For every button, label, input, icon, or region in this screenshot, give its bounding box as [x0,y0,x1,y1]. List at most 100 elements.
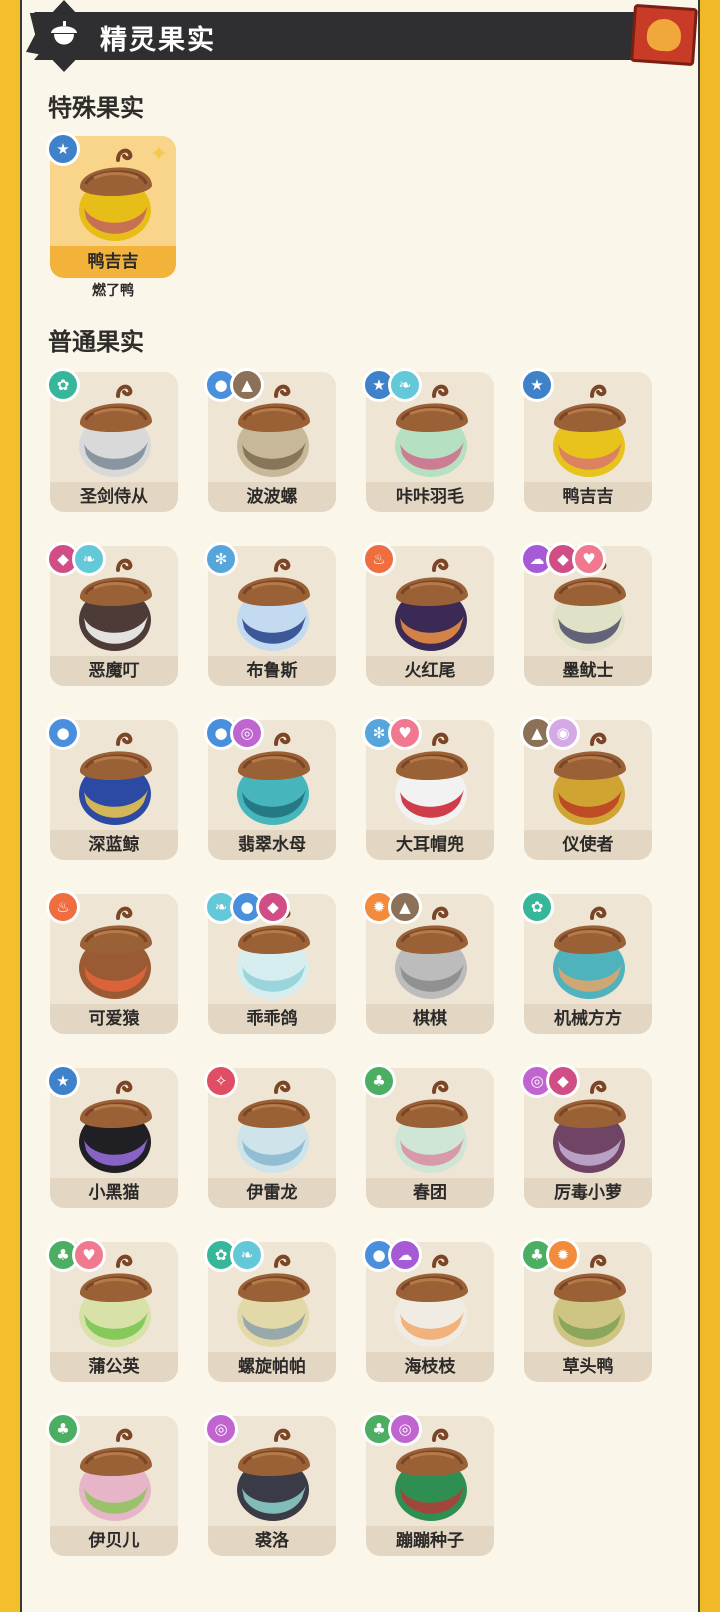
fruit-card-label: 鸭吉吉 [50,246,176,278]
leaf-type-icon: ♣ [362,1064,396,1098]
ghost-type-icon: ☁ [388,1238,422,1272]
fruit-card-label: 蹦蹦种子 [366,1526,494,1556]
ring-type-icon: ◎ [230,716,264,750]
type-badges: ✿ [46,368,80,402]
acorn-fruit-icon [79,1428,152,1521]
fruit-card[interactable]: ✿ 圣剑侍从 [46,368,178,512]
fruit-card[interactable]: ❧ ● ◆ 乖乖鸽 [204,890,336,1034]
acorn-fruit-icon [79,732,152,825]
fruit-card[interactable]: ◎ ◆ 厉毒小萝 [520,1064,652,1208]
type-badges: ♣ [46,1412,80,1446]
fruit-card[interactable]: ♨ 火红尾 [362,542,494,686]
type-badges: ● [46,716,80,750]
fruit-card[interactable]: ● ◎ 翡翠水母 [204,716,336,860]
acorn-fruit-icon [79,384,152,477]
swirl-type-icon: ◉ [546,716,580,750]
fruit-card-label: 棋棋 [366,1004,494,1034]
water-type-icon: ● [46,716,80,750]
page-title: 精灵果实 [100,25,216,56]
fruit-card[interactable]: ✻ ♥ 大耳帽兜 [362,716,494,860]
fruit-card[interactable]: ▲ ◉ 仪使者 [520,716,652,860]
bear-face-icon [645,17,683,53]
heart-type-icon: ♥ [72,1238,106,1272]
fruit-card[interactable]: ● 深蓝鲸 [46,716,178,860]
spark-type-icon: ✹ [546,1238,580,1272]
fruit-card[interactable]: ● ☁ 海枝枝 [362,1238,494,1382]
fruit-card[interactable]: ♣ ◎ 蹦蹦种子 [362,1412,494,1556]
type-badges: ♣ ♥ [46,1238,106,1272]
fruit-card[interactable]: ✿ ❧ 螺旋帕帕 [204,1238,336,1382]
acorn-icon [51,21,77,45]
type-badges: ✿ [520,890,554,924]
type-badges: ✧ [204,1064,238,1098]
fruit-card[interactable]: ♣ ✹ 草头鸭 [520,1238,652,1382]
fruit-card-label: 乖乖鸽 [208,1004,336,1034]
type-badges: ♣ ◎ [362,1412,422,1446]
type-badges: ✻ ♥ [362,716,422,750]
special-section-title: 特殊果实 [48,94,144,122]
type-badges: ✻ [204,542,238,576]
ring-type-icon: ◎ [204,1412,238,1446]
type-badges: ♣ ✹ [520,1238,580,1272]
acorn-fruit-icon [79,1080,152,1173]
acorn-fruit-icon [237,1080,310,1173]
wing-type-icon: ❧ [388,368,422,402]
wing-type-icon: ❧ [72,542,106,576]
heart-type-icon: ♥ [572,542,606,576]
fruit-card-label: 翡翠水母 [208,830,336,860]
type-badges: ● ◎ [204,716,264,750]
heart-type-icon: ♥ [388,716,422,750]
fruit-card[interactable]: ♣ ♥ 蒲公英 [46,1238,178,1382]
fruit-card-label: 春团 [366,1178,494,1208]
type-badges: ✿ ❧ [204,1238,264,1272]
fruit-card[interactable]: ☁ ◆ ♥ 墨鱿士 [520,542,652,686]
type-badges: ◎ [204,1412,238,1446]
mountain-type-icon: ▲ [388,890,422,924]
fruit-card[interactable]: ◎ 裘洛 [204,1412,336,1556]
acorn-fruit-icon [553,384,626,477]
fruit-card-label: 可爱猿 [50,1004,178,1034]
fruit-card[interactable]: ✻ 布鲁斯 [204,542,336,686]
fruit-card-label: 恶魔叮 [50,656,178,686]
fire-type-icon: ♨ [46,890,80,924]
fruit-card-label: 仪使者 [524,830,652,860]
fruit-card[interactable]: ★ ❧ 咔咔羽毛 [362,368,494,512]
fruit-card-label: 波波螺 [208,482,336,512]
fruit-card[interactable]: ♨ 可爱猿 [46,890,178,1034]
acorn-fruit-icon [79,906,152,999]
fruit-card-label: 小黑猫 [50,1178,178,1208]
fruit-card-label: 螺旋帕帕 [208,1352,336,1382]
close-book-icon[interactable] [630,3,698,67]
fruit-card-label: 大耳帽兜 [366,830,494,860]
mountain-type-icon: ▲ [230,368,264,402]
leaf-type-icon: ♣ [46,1412,80,1446]
fruit-card-label: 墨鱿士 [524,656,652,686]
fruit-card-subtitle: 燃了鸭 [92,283,134,299]
acorn-fruit-icon [79,148,152,241]
fruit-card-label: 海枝枝 [366,1352,494,1382]
type-badges: ◎ ◆ [520,1064,580,1098]
fruit-card[interactable]: ◆ ❧ 恶魔叮 [46,542,178,686]
fruit-card[interactable]: ✹ ▲ 棋棋 [362,890,494,1034]
fruit-card[interactable]: ♣ 伊贝儿 [46,1412,178,1556]
fruit-card-label: 圣剑侍从 [50,482,178,512]
type-badges: ★ [46,1064,80,1098]
fruit-card[interactable]: ✿ 机械方方 [520,890,652,1034]
fruit-card-special[interactable]: ✦ ★ 鸭吉吉 [46,132,176,278]
fruit-card[interactable]: ★ 小黑猫 [46,1064,178,1208]
fruit-card[interactable]: ★ 鸭吉吉 [520,368,652,512]
fruit-card[interactable]: ● ▲ 波波螺 [204,368,336,512]
fruit-card[interactable]: ✧ 伊雷龙 [204,1064,336,1208]
fruit-card-label: 草头鸭 [524,1352,652,1382]
fruit-card-label: 伊贝儿 [50,1526,178,1556]
acorn-fruit-icon [395,558,468,651]
fruit-card[interactable]: ♣ 春团 [362,1064,494,1208]
type-badges: ✹ ▲ [362,890,422,924]
type-badges: ◆ ❧ [46,542,106,576]
fruit-card-label: 深蓝鲸 [50,830,178,860]
ice-type-icon: ✻ [204,542,238,576]
acorn-fruit-icon [553,906,626,999]
acorn-fruit-icon [237,1428,310,1521]
type-badges: ♨ [46,890,80,924]
fruit-card-label: 火红尾 [366,656,494,686]
